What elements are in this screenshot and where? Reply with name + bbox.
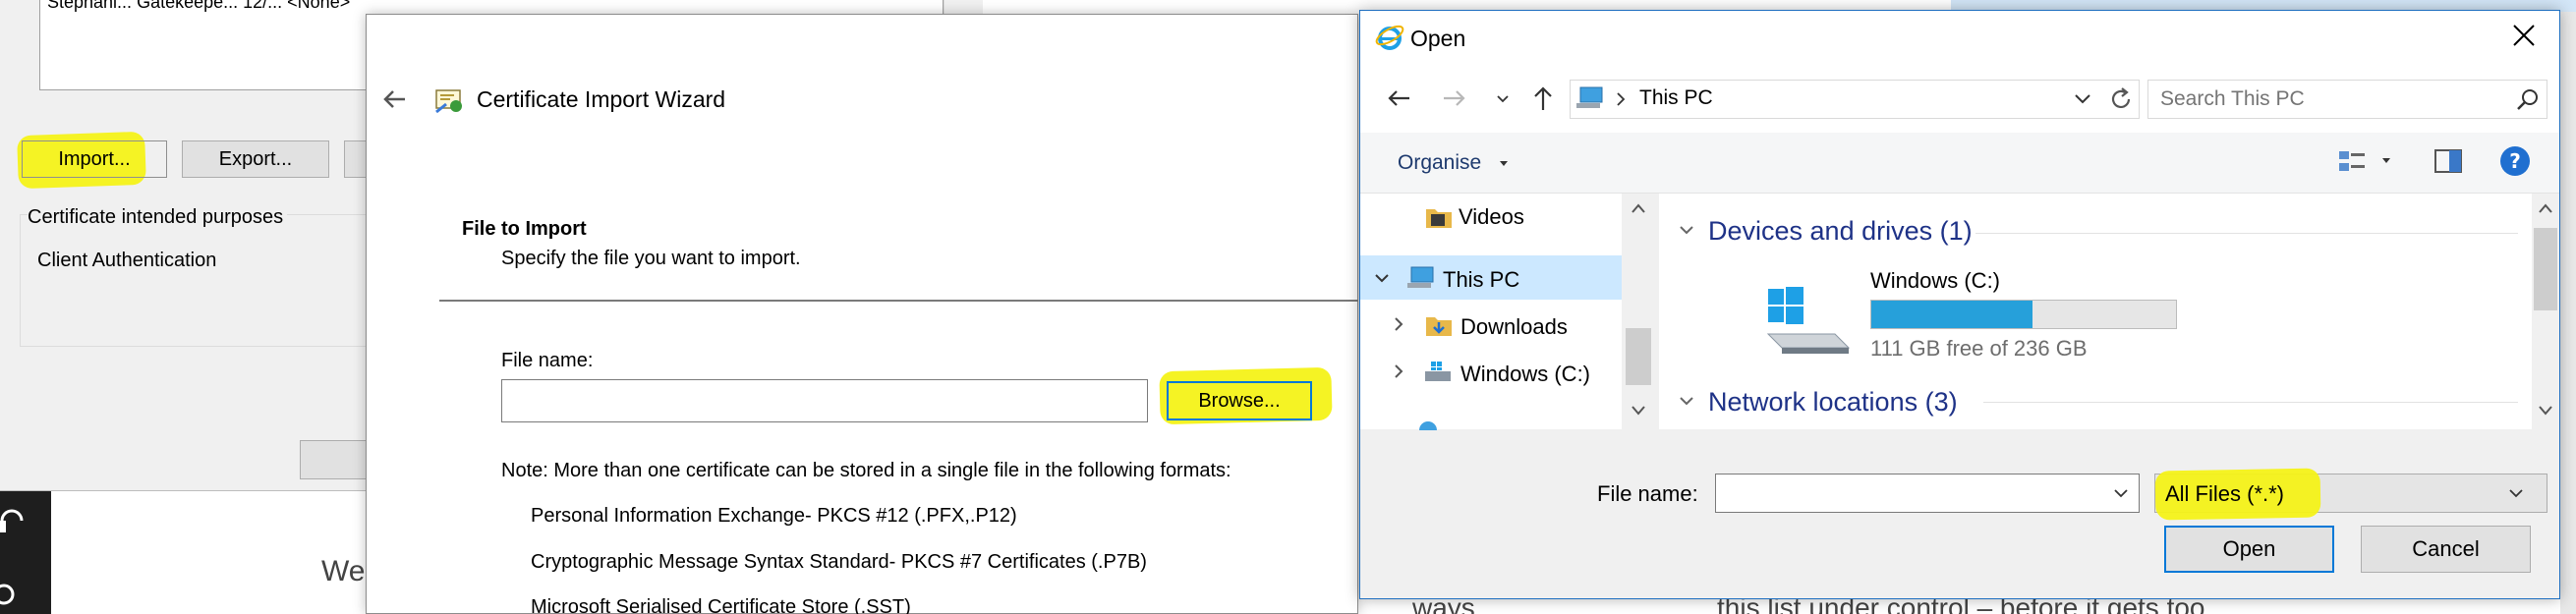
tree-item-this-pc[interactable]: This PC: [1443, 267, 1519, 293]
drive-name[interactable]: Windows (C:): [1870, 268, 2000, 294]
close-icon[interactable]: [2512, 24, 2536, 47]
file-type-dropdown-icon[interactable]: [2508, 488, 2524, 498]
close-button-partial[interactable]: [300, 440, 373, 479]
network-group-header[interactable]: Network locations (3): [1708, 387, 1958, 418]
import-button[interactable]: Import...: [22, 140, 167, 178]
windows-drive-small-icon: [1423, 360, 1455, 385]
tree-scroll-thumb[interactable]: [1626, 328, 1651, 385]
format-item: Microsoft Serialised Certificate Store (…: [531, 596, 911, 614]
group-collapse-icon[interactable]: [1679, 225, 1694, 237]
search-icon[interactable]: [2516, 87, 2540, 111]
wizard-title: Certificate Import Wizard: [477, 86, 726, 112]
file-name-dropdown-icon[interactable]: [2113, 488, 2129, 498]
nav-back-icon[interactable]: [1386, 86, 1411, 110]
wizard-note: Note: More than one certificate can be s…: [501, 460, 1231, 481]
nav-forward-icon[interactable]: [1442, 86, 1467, 110]
network-header-line: [1983, 402, 2518, 403]
refresh-icon[interactable]: [2108, 86, 2134, 112]
scroll-up-icon[interactable]: [1631, 202, 1646, 214]
open-dialog-title: Open: [1410, 26, 1466, 51]
organise-menu[interactable]: Organise: [1398, 151, 1481, 175]
headset-icon: [0, 499, 28, 538]
tree-expand-open-icon[interactable]: [1374, 273, 1390, 285]
wizard-file-name-label: File name:: [501, 350, 594, 371]
recent-locations-chevron-icon[interactable]: [1496, 94, 1510, 104]
purpose-value: Client Authentication: [37, 250, 217, 271]
tree-item-downloads[interactable]: Downloads: [1460, 314, 1568, 340]
back-arrow-icon[interactable]: [381, 86, 407, 112]
scroll-down-icon[interactable]: [1631, 405, 1646, 417]
content-scroll-up-icon[interactable]: [2538, 202, 2553, 214]
devices-group-header[interactable]: Devices and drives (1): [1708, 216, 1973, 247]
file-type-value[interactable]: All Files (*.*): [2165, 481, 2284, 507]
tree-expand-closed-icon[interactable]: [1394, 363, 1405, 379]
view-options-icon[interactable]: [2337, 147, 2369, 175]
background-right-edge: [2560, 12, 2576, 614]
export-button[interactable]: Export...: [182, 140, 329, 178]
content-scroll-thumb[interactable]: [2534, 228, 2557, 310]
internet-explorer-icon: [1374, 22, 1405, 53]
organise-dropdown-icon[interactable]: [1499, 160, 1509, 168]
nav-up-icon[interactable]: [1530, 84, 1556, 112]
wizard-file-name-input[interactable]: [501, 379, 1148, 422]
drive-usage-fill: [1871, 301, 2033, 328]
format-item: Personal Information Exchange- PKCS #12 …: [531, 505, 1017, 527]
drive-usage-bar: [1870, 300, 2177, 329]
address-dropdown-icon[interactable]: [2074, 93, 2091, 105]
downloads-folder-icon: [1425, 312, 1453, 338]
network-partial-icon: [1415, 420, 1441, 430]
address-text[interactable]: This PC: [1639, 86, 1713, 110]
help-icon[interactable]: ?: [2499, 145, 2531, 177]
cert-list-row[interactable]: Stephani... Gatekeepe... 12/... <None>: [47, 0, 350, 13]
group-collapse-icon[interactable]: [1679, 396, 1694, 408]
format-item: Cryptographic Message Syntax Standard- P…: [531, 551, 1147, 573]
command-bar: [1360, 133, 2559, 194]
browse-button[interactable]: Browse...: [1167, 381, 1312, 420]
tree-item-windows-c[interactable]: Windows (C:): [1460, 362, 1590, 387]
open-file-name-label: File name:: [1597, 481, 1698, 506]
wizard-subheading: Specify the file you want to import.: [501, 248, 801, 269]
windows-drive-icon[interactable]: [1764, 287, 1853, 356]
content-scroll-down-icon[interactable]: [2538, 405, 2553, 417]
drive-free-space: 111 GB free of 236 GB: [1870, 336, 2088, 361]
open-file-name-input[interactable]: [1715, 474, 2140, 513]
this-pc-icon: [1405, 265, 1437, 291]
web-text-left: We: [321, 555, 366, 587]
search-input[interactable]: [2147, 80, 2547, 119]
wizard-heading: File to Import: [462, 218, 587, 240]
open-dialog-titlebar: [1360, 11, 2559, 70]
cancel-button[interactable]: Cancel: [2361, 526, 2531, 573]
certificate-wizard-icon: [432, 83, 466, 116]
devices-header-line: [1975, 233, 2518, 234]
preview-pane-icon[interactable]: [2433, 147, 2463, 175]
videos-folder-icon: [1425, 204, 1453, 230]
wizard-header-divider: [439, 300, 1358, 302]
gear-icon: [0, 575, 20, 614]
tree-item-videos[interactable]: Videos: [1459, 204, 1524, 230]
breadcrumb-separator-icon[interactable]: [1615, 91, 1627, 107]
tree-expand-closed-icon[interactable]: [1394, 316, 1405, 332]
this-pc-small-icon: [1574, 85, 1606, 111]
view-dropdown-icon[interactable]: [2381, 157, 2391, 165]
purposes-group: [20, 214, 373, 347]
tree-scrollbar[interactable]: [1622, 194, 1655, 429]
svg-text:?: ?: [2509, 149, 2521, 173]
open-button[interactable]: Open: [2164, 526, 2334, 573]
purposes-label: Certificate intended purposes: [28, 206, 288, 229]
